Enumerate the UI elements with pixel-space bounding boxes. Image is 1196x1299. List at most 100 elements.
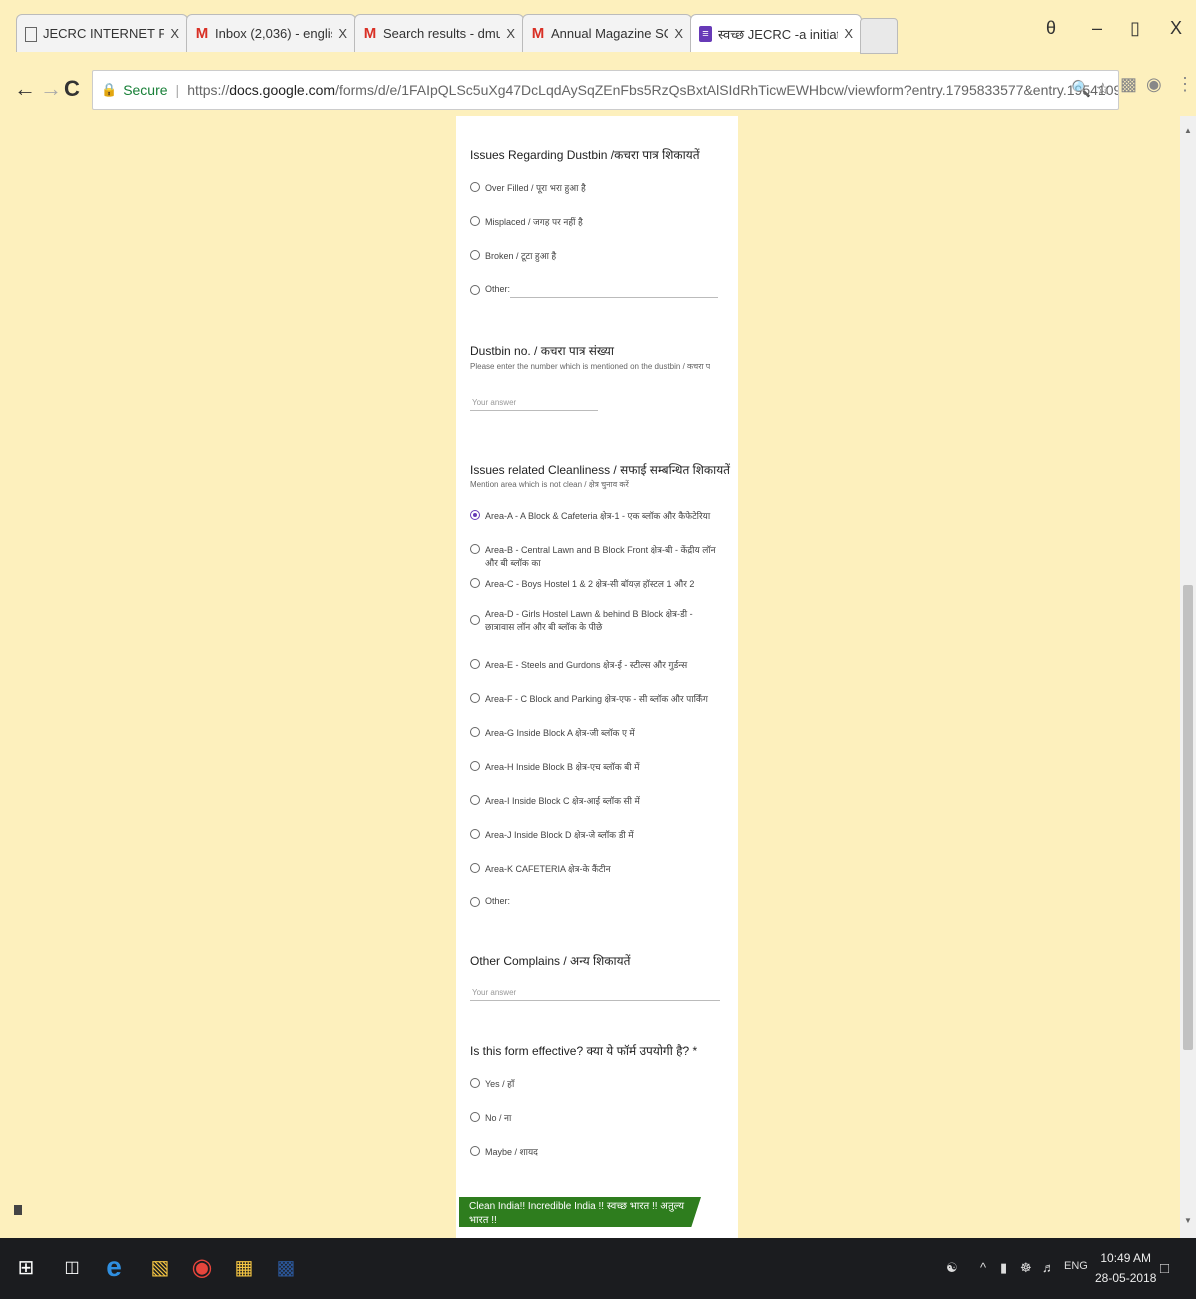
radio-button[interactable] — [470, 1146, 480, 1156]
gmail-icon: M — [195, 24, 209, 42]
radio-button[interactable] — [470, 897, 480, 907]
radio-option[interactable]: Area-B - Central Lawn and B Block Front … — [470, 543, 720, 569]
tab-jecrc-portal[interactable]: JECRC INTERNET PORTAL X — [16, 14, 188, 52]
edge-browser-icon[interactable]: e — [100, 1251, 128, 1282]
url-text[interactable]: https://docs.google.com/forms/d/e/1FAIpQ… — [187, 82, 1118, 98]
radio-button-checked[interactable] — [470, 510, 480, 520]
volume-icon[interactable]: ♬ — [1042, 1260, 1055, 1275]
radio-button[interactable] — [470, 1078, 480, 1088]
radio-button[interactable] — [470, 285, 480, 295]
radio-option[interactable]: Yes / हाँ — [470, 1077, 720, 1090]
store-icon[interactable]: ▦ — [230, 1252, 258, 1282]
chrome-icon[interactable]: ◉ — [188, 1252, 216, 1282]
page-icon — [25, 27, 37, 42]
radio-button[interactable] — [470, 829, 480, 839]
tab-close-icon[interactable]: X — [338, 26, 347, 41]
scrollbar-thumb[interactable] — [1183, 585, 1193, 1050]
radio-button[interactable] — [470, 544, 480, 554]
question-help-text: Mention area which is not clean / क्षेत्… — [470, 480, 629, 489]
clock-time: 10:49 AM — [1100, 1251, 1152, 1265]
radio-option[interactable]: Area-E - Steels and Gurdons क्षेत्र-ई - … — [470, 658, 720, 671]
extension-icon[interactable]: ▩ — [1120, 74, 1137, 95]
menu-dots-icon[interactable]: ⋮ — [1176, 74, 1194, 95]
radio-option[interactable]: Area-F - C Block and Parking क्षेत्र-एफ … — [470, 692, 720, 705]
radio-button[interactable] — [470, 761, 480, 771]
url-host: docs.google.com — [229, 82, 336, 98]
tab-close-icon[interactable]: X — [170, 26, 179, 41]
gmail-icon: M — [531, 24, 545, 42]
tab-close-icon[interactable]: X — [506, 26, 515, 41]
file-explorer-icon[interactable]: ▧ — [146, 1252, 174, 1282]
system-clock[interactable]: 10:49 AM 28-05-2018 — [1095, 1248, 1156, 1288]
notification-icon[interactable]: □ — [1160, 1260, 1169, 1277]
scroll-up-arrow-icon[interactable]: ▲ — [1184, 126, 1192, 135]
tab-close-icon[interactable]: X — [674, 26, 683, 41]
other-complains-input[interactable]: Your answer — [472, 988, 516, 997]
clock-date: 28-05-2018 — [1095, 1271, 1157, 1285]
address-bar[interactable]: 🔒 Secure | https://docs.google.com/forms… — [92, 70, 1119, 110]
radio-option[interactable]: Area-H Inside Block B क्षेत्र-एच ब्लॉक ब… — [470, 760, 720, 773]
radio-option[interactable]: Area-J Inside Block D क्षेत्र-जे ब्लॉक ड… — [470, 828, 720, 841]
tab-close-icon[interactable]: X — [844, 26, 853, 41]
profile-icon[interactable]: θ — [1046, 18, 1056, 39]
network-icon[interactable]: ☸ — [1020, 1260, 1032, 1276]
url-path: /forms/d/e/1FAIpQLSc5uXg47DcLqdAySqZEnFb… — [335, 82, 1118, 98]
radio-button[interactable] — [470, 693, 480, 703]
zoom-star-icons[interactable]: 🔍 ☆ — [1071, 79, 1110, 99]
people-icon[interactable]: ☯ — [946, 1260, 958, 1276]
tab-gmail-search[interactable]: M Search results - dmuk X — [354, 14, 524, 52]
radio-button[interactable] — [470, 216, 480, 226]
radio-option[interactable]: Area-G Inside Block A क्षेत्र-जी ब्लॉक ए… — [470, 726, 720, 739]
radio-button[interactable] — [470, 863, 480, 873]
radio-button[interactable] — [470, 250, 480, 260]
minimize-button[interactable]: – — [1092, 18, 1102, 39]
radio-option-other[interactable]: Other: — [470, 284, 720, 295]
question-cleanliness-title: Issues related Cleanliness / सफाई सम्बन्… — [470, 463, 731, 477]
tray-chevron-up-icon[interactable]: ^ — [980, 1260, 986, 1275]
radio-option[interactable]: Area-I Inside Block C क्षेत्र-आई ब्लॉक स… — [470, 794, 720, 807]
radio-option[interactable]: Area-K CAFETERIA क्षेत्र-के कैंटीन — [470, 862, 720, 875]
forward-arrow-icon[interactable]: → — [40, 76, 62, 102]
reload-icon[interactable]: C — [64, 76, 80, 102]
secure-label: Secure — [123, 82, 168, 98]
radio-option-selected[interactable]: Area-A - A Block & Cafeteria क्षेत्र-1 -… — [470, 509, 720, 522]
radio-option[interactable]: Broken / टूटा हुआ है — [470, 249, 720, 262]
page-marker — [14, 1205, 22, 1215]
radio-option[interactable]: Area-D - Girls Hostel Lawn & behind B Bl… — [470, 607, 720, 633]
task-view-icon[interactable]: ◫ — [58, 1252, 86, 1282]
clean-india-banner: Clean India!! Incredible India !! स्वच्छ… — [459, 1197, 701, 1227]
tab-gmail-magazine[interactable]: M Annual Magazine SOCH X — [522, 14, 692, 52]
dustbin-no-input[interactable]: Your answer — [472, 398, 516, 407]
question-help-text: Please enter the number which is mention… — [470, 362, 710, 371]
radio-button[interactable] — [470, 578, 480, 588]
radio-option[interactable]: Over Filled / पूरा भरा हुआ है — [470, 181, 720, 194]
maximize-button[interactable]: ▯ — [1130, 18, 1140, 39]
input-underline — [470, 410, 598, 411]
radio-button[interactable] — [470, 795, 480, 805]
radio-button[interactable] — [470, 659, 480, 669]
new-tab-button[interactable] — [860, 18, 898, 54]
radio-button[interactable] — [470, 727, 480, 737]
radio-option[interactable]: Maybe / शायद — [470, 1145, 720, 1158]
radio-button[interactable] — [470, 615, 480, 625]
other-text-input[interactable] — [510, 297, 718, 298]
word-icon[interactable]: ▩ — [272, 1252, 300, 1282]
extension-icon[interactable]: ◉ — [1146, 74, 1162, 95]
radio-option[interactable]: No / ना — [470, 1111, 720, 1124]
language-indicator[interactable]: ENG — [1064, 1260, 1088, 1272]
question-effective-title: Is this form effective? क्या ये फॉर्म उप… — [470, 1044, 698, 1058]
url-scheme: https:// — [187, 82, 230, 98]
radio-button[interactable] — [470, 182, 480, 192]
tab-google-form[interactable]: ≡ स्वच्छ JECRC -a initiative X — [690, 14, 862, 52]
back-arrow-icon[interactable]: ← — [14, 76, 36, 102]
radio-option-other[interactable]: Other: — [470, 896, 720, 907]
battery-icon[interactable]: ▮ — [1000, 1260, 1007, 1276]
scroll-down-arrow-icon[interactable]: ▼ — [1184, 1216, 1192, 1225]
radio-button[interactable] — [470, 1112, 480, 1122]
windows-taskbar: ⊞ ◫ e ▧ ◉ ▦ ▩ ☯ ^ ▮ ☸ ♬ ENG □ — [0, 1238, 1196, 1299]
radio-option[interactable]: Misplaced / जगह पर नहीं है — [470, 215, 720, 228]
radio-option[interactable]: Area-C - Boys Hostel 1 & 2 क्षेत्र-सी बॉ… — [470, 577, 720, 590]
close-window-button[interactable]: X — [1170, 18, 1182, 39]
windows-start-icon[interactable]: ⊞ — [12, 1252, 40, 1282]
tab-gmail-inbox[interactable]: M Inbox (2,036) - english X — [186, 14, 356, 52]
